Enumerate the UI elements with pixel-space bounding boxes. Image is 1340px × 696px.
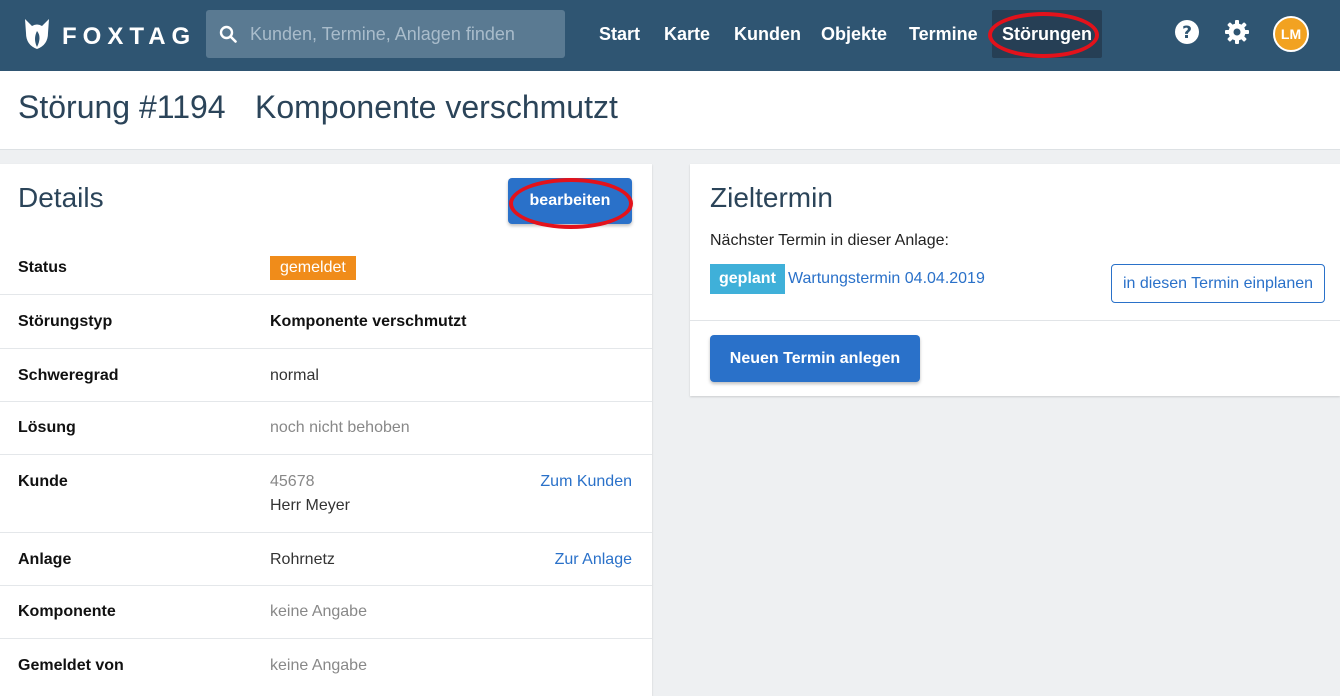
svg-text:?: ? [1182,23,1192,43]
next-appointment-text: Nächster Termin in dieser Anlage: [710,232,949,249]
customer-number: 45678 [270,473,315,490]
detail-row: Schweregrad normal [0,348,652,401]
solution-value: noch nicht behoben [270,419,410,436]
user-avatar[interactable]: LM [1273,16,1309,52]
plant-label: Anlage [18,551,72,568]
component-value: keine Angabe [270,603,367,620]
divider [690,320,1340,321]
detail-row: Lösung noch nicht behoben [0,401,652,454]
appointment-link[interactable]: Wartungstermin 04.04.2019 [788,270,985,288]
nav-karte[interactable]: Karte [664,10,710,58]
detail-row: Gemeldet von keine Angabe [0,638,652,696]
page-subtitle: Komponente verschmutzt [255,89,618,125]
type-value: Komponente verschmutzt [270,313,467,330]
search-icon [206,25,250,43]
fox-logo-icon [22,17,52,56]
severity-value: normal [270,367,319,384]
nav-kunden[interactable]: Kunden [734,10,801,58]
new-appointment-button[interactable]: Neuen Termin anlegen [710,335,920,382]
to-customer-link[interactable]: Zum Kunden [540,473,632,491]
help-icon[interactable]: ? [1174,19,1200,45]
search-box[interactable] [206,10,565,58]
nav-stoerungen[interactable]: Störungen [992,10,1102,58]
target-appointment-panel: Zieltermin Nächster Termin in dieser Anl… [690,164,1340,396]
target-title: Zieltermin [710,182,833,213]
solution-label: Lösung [18,419,76,436]
nav-termine[interactable]: Termine [909,10,978,58]
reported-by-label: Gemeldet von [18,657,124,674]
plant-value: Rohrnetz [270,551,335,568]
detail-row: Kunde 45678 Herr Meyer Zum Kunden [0,454,652,532]
page-header: Störung #1194 Komponente verschmutzt [0,71,1340,150]
to-plant-link[interactable]: Zur Anlage [555,551,632,569]
severity-label: Schweregrad [18,367,119,384]
type-label: Störungstyp [18,313,113,330]
logo[interactable]: FOXTAG [22,17,196,56]
page-title: Störung #1194 [18,89,226,125]
detail-row: Anlage Rohrnetz Zur Anlage [0,532,652,585]
customer-name: Herr Meyer [270,497,351,514]
schedule-into-appointment-button[interactable]: in diesen Termin einplanen [1111,264,1325,303]
details-title: Details [18,182,104,213]
logo-text: FOXTAG [62,22,197,50]
search-input[interactable] [250,23,550,45]
nav-start[interactable]: Start [599,10,640,58]
gear-icon[interactable] [1224,19,1250,45]
edit-button[interactable]: bearbeiten [508,178,632,224]
nav-objekte[interactable]: Objekte [821,10,887,58]
status-label: Status [18,259,67,276]
reported-by-value: keine Angabe [270,657,367,674]
detail-row: Komponente keine Angabe [0,585,652,638]
customer-label: Kunde [18,473,68,490]
top-navigation-bar: FOXTAG Start Karte Kunden Objekte Termin… [0,0,1340,71]
details-panel: Details bearbeiten Status gemeldet Störu… [0,164,652,696]
status-badge: gemeldet [270,256,356,280]
component-label: Komponente [18,603,116,620]
planned-badge: geplant [710,264,785,294]
detail-row: Störungstyp Komponente verschmutzt [0,294,652,348]
